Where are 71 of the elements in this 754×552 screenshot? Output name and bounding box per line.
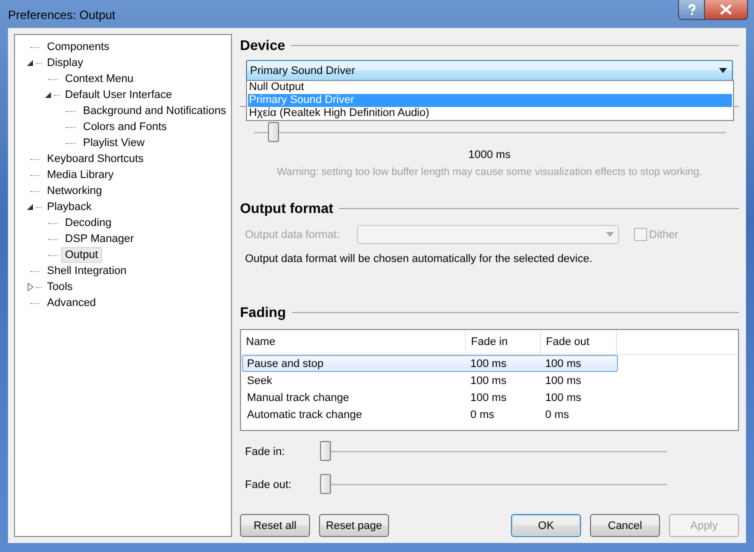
section-heading: Device [240, 37, 286, 53]
dropdown-value: Primary Sound Driver [250, 64, 356, 76]
section-heading: Fading [240, 304, 286, 320]
warning-text: Warning: setting too low buffer length may cause some visualization effects to stop working. [276, 166, 704, 178]
dropdown-option[interactable]: Null Output [248, 81, 732, 94]
section-heading: Output format [240, 200, 334, 216]
field-label: Output data format: [245, 228, 341, 240]
expand-icon[interactable] [27, 283, 34, 291]
tree-item[interactable]: Display [43, 55, 88, 71]
table-row[interactable]: Pause and stop 100 ms 100 ms [242, 355, 618, 372]
buffer-slider[interactable] [254, 122, 726, 144]
device-dropdown[interactable]: Primary Sound Driver [246, 60, 733, 81]
column-header[interactable]: Name [241, 330, 466, 354]
tree-item[interactable]: Default User Interface [61, 87, 176, 103]
table-row[interactable]: Seek 100 ms 100 ms [242, 372, 618, 389]
table-cell-text: Manual track change [246, 390, 350, 405]
window-title: Preferences: Output [8, 8, 116, 22]
table-cell-text: Automatic track change [246, 408, 363, 422]
table-cell-text: 0 ms [544, 408, 570, 422]
fade-slider[interactable] [320, 474, 667, 496]
collapse-icon[interactable] [45, 91, 52, 99]
column-header[interactable]: Fade in [466, 330, 541, 354]
table-cell-text: 0 ms [469, 408, 496, 422]
tree-item[interactable]: Keyboard Shortcuts [43, 151, 148, 167]
table-row[interactable]: Manual track change 100 ms 100 ms [242, 389, 618, 406]
close-icon [720, 4, 732, 15]
table-cell-text: Pause and stop [246, 356, 324, 371]
tree-item[interactable]: Decoding [61, 215, 116, 231]
tree-item[interactable]: Networking [43, 183, 106, 199]
dialog-button[interactable]: Reset page [319, 514, 389, 537]
dialog-button[interactable]: Reset all [240, 514, 310, 537]
table-cell-text: 100 ms [469, 356, 508, 371]
table-cell-text: Seek [246, 374, 274, 388]
table-cell-text: 100 ms [469, 374, 508, 388]
slider-thumb[interactable] [320, 440, 331, 460]
collapse-icon[interactable] [27, 203, 34, 211]
tree-item[interactable]: Advanced [43, 295, 100, 311]
slider-label: Fade in: [244, 446, 286, 458]
table-cell-text: 100 ms [469, 390, 508, 405]
dropdown-arrow-icon [719, 68, 727, 73]
slider-thumb[interactable] [320, 474, 331, 494]
tree-item[interactable]: Colors and Fonts [79, 119, 171, 135]
tree-item[interactable]: Context Menu [61, 71, 138, 87]
collapse-icon[interactable] [27, 59, 34, 67]
help-button[interactable] [678, 0, 705, 20]
fade-slider[interactable] [320, 440, 667, 462]
table-row[interactable]: Automatic track change 0 ms 0 ms [242, 406, 618, 423]
close-button[interactable] [705, 0, 748, 20]
tree-item[interactable]: Components [43, 39, 114, 55]
slider-label: Fade out: [244, 478, 292, 490]
dialog-button[interactable]: OK [511, 514, 581, 537]
tree-item[interactable]: DSP Manager [61, 231, 138, 247]
dropdown-arrow-icon [606, 232, 614, 237]
dialog-button[interactable]: Cancel [590, 514, 660, 537]
table-cell-text: 100 ms [544, 356, 582, 371]
checkbox-label: Dither [649, 228, 678, 240]
column-header[interactable]: Fade out [541, 330, 617, 354]
tree-item[interactable]: Playlist View [79, 135, 149, 151]
tree-item[interactable]: Shell Integration [43, 263, 130, 279]
tree-item[interactable]: Playback [43, 199, 96, 215]
table-cell-text: 100 ms [544, 390, 582, 405]
tree-item[interactable]: Media Library [43, 167, 118, 183]
help-icon [686, 4, 698, 16]
info-text: Output data format will be chosen automatically for the selected device. [244, 253, 594, 265]
dropdown-option[interactable]: Ηχεία (Realtek High Definition Audio) [248, 107, 732, 120]
tree-item[interactable]: Tools [43, 279, 77, 295]
tree-item[interactable]: Output [61, 247, 102, 263]
buffer-reading: 1000 ms [467, 149, 512, 161]
tree-item[interactable]: Background and Notifications [79, 103, 230, 119]
table-cell-text: 100 ms [544, 374, 582, 388]
slider-thumb[interactable] [268, 122, 279, 142]
